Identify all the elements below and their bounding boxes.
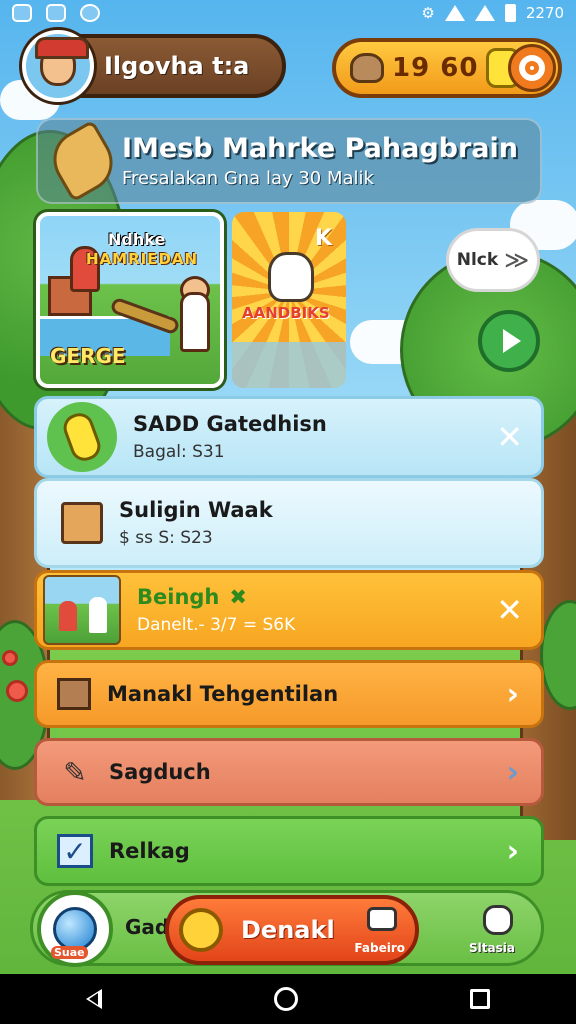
secondary-level-card[interactable]: K AANDBIKS bbox=[232, 212, 346, 388]
list-item-subtitle: Danelt.- 3/7 = S6K bbox=[137, 615, 296, 635]
list-item[interactable]: SADD Gatedhisn Bagal: S31 ✕ bbox=[34, 396, 544, 478]
sync-icon bbox=[80, 4, 100, 22]
bottom-left-label: Gad bbox=[125, 915, 170, 939]
leaf-icon bbox=[42, 119, 124, 203]
card-subtitle: HAMRIEDAN bbox=[86, 250, 199, 268]
close-icon[interactable]: ✕ bbox=[496, 591, 523, 629]
list-item[interactable]: Beingh ✖ Danelt.- 3/7 = S6K ✕ bbox=[34, 570, 544, 650]
profile-pill[interactable]: Ilgovha t:a bbox=[22, 30, 286, 102]
list-item-subtitle: Bagal: S31 bbox=[133, 442, 225, 462]
list-item[interactable]: ✎ Sagduch › bbox=[34, 738, 544, 806]
settings-button[interactable] bbox=[508, 44, 556, 92]
list-item-title: Suligin Waak bbox=[119, 498, 273, 522]
chevron-right-icon[interactable]: › bbox=[507, 677, 519, 712]
signal-icon bbox=[474, 5, 495, 21]
character-illustration bbox=[180, 292, 210, 352]
list-item-title: Relkag bbox=[109, 839, 190, 863]
clock: 2270 bbox=[525, 4, 564, 22]
close-icon[interactable]: ✕ bbox=[496, 418, 523, 456]
card-ground bbox=[232, 342, 346, 388]
list-item-title: Beingh ✖ bbox=[137, 585, 295, 609]
battery-icon bbox=[504, 4, 516, 22]
camera-label: Fabeiro bbox=[354, 941, 405, 955]
card-tag: GERGE bbox=[50, 344, 126, 368]
globe-icon bbox=[53, 907, 97, 951]
quest-banner[interactable]: IMesb Mahrke Pahagbrain Fresalakan Gna l… bbox=[36, 118, 542, 204]
flower bbox=[6, 680, 28, 702]
scene-thumbnail-icon bbox=[43, 575, 121, 645]
play-icon bbox=[502, 329, 521, 353]
flower bbox=[2, 650, 18, 666]
checkbox-icon: ✓ bbox=[57, 834, 93, 868]
coin-sack-icon bbox=[350, 53, 384, 83]
main-action-label: Denakl bbox=[241, 916, 335, 944]
task-list: SADD Gatedhisn Bagal: S31 ✕ Suligin Waak… bbox=[34, 396, 544, 888]
currency-value: 19 60 bbox=[392, 53, 479, 83]
character-avatar-icon[interactable] bbox=[22, 30, 94, 102]
chevron-right-icon[interactable]: › bbox=[507, 755, 519, 790]
card-label: AANDBIKS bbox=[242, 304, 330, 322]
list-item-title: Manakl Tehgentilan bbox=[107, 682, 339, 706]
camera-icon[interactable] bbox=[367, 907, 397, 931]
list-item-title: Sagduch bbox=[109, 760, 211, 784]
coin-icon bbox=[179, 908, 223, 952]
list-item[interactable]: Suligin Waak $ ss S: S23 bbox=[34, 478, 544, 568]
list-item[interactable]: Manakl Tehgentilan › bbox=[34, 660, 544, 728]
wifi-icon bbox=[444, 5, 465, 21]
currency-pill[interactable]: 19 60 bbox=[332, 38, 562, 98]
home-icon[interactable] bbox=[274, 987, 298, 1011]
list-item[interactable]: ✓ Relkag › bbox=[34, 816, 544, 886]
card-corner-label: K bbox=[314, 226, 332, 251]
pencil-icon: ✎ bbox=[63, 755, 87, 789]
list-item-title: SADD Gatedhisn bbox=[133, 412, 327, 436]
bottom-right-label: Sltasia bbox=[469, 941, 515, 955]
dog-character-icon bbox=[268, 252, 314, 302]
box-icon bbox=[57, 678, 91, 710]
featured-level-card[interactable]: Ndhke HAMRIEDAN GERGE bbox=[36, 212, 224, 388]
list-item-subtitle: $ ss S: S23 bbox=[119, 528, 213, 548]
next-label: Nlck bbox=[456, 250, 499, 270]
player-name: Ilgovha t:a bbox=[104, 52, 250, 80]
popsicle-icon bbox=[47, 402, 117, 472]
play-button[interactable] bbox=[478, 310, 540, 372]
globe-badge: Suae bbox=[51, 946, 88, 959]
cross-mark-icon: ✖ bbox=[229, 585, 247, 609]
list-item-title-text: Beingh bbox=[137, 585, 220, 609]
main-action-button[interactable]: Denakl Fabeiro bbox=[165, 895, 419, 965]
back-icon[interactable] bbox=[86, 989, 102, 1009]
bottom-bar: Suae Gad Denakl Fabeiro Sltasia bbox=[30, 890, 544, 967]
card-title: Ndhke bbox=[108, 230, 166, 249]
notification-icon bbox=[46, 4, 66, 22]
chevron-right-icon[interactable]: › bbox=[507, 834, 519, 869]
navigation-bar bbox=[0, 974, 576, 1024]
gear-icon bbox=[519, 55, 545, 81]
app-icon bbox=[12, 4, 32, 22]
quest-title: IMesb Mahrke Pahagbrain bbox=[122, 133, 518, 164]
double-chevron-icon: ≫ bbox=[504, 246, 530, 274]
globe-button[interactable]: Suae bbox=[37, 891, 113, 967]
settings-icon: ⚙ bbox=[421, 4, 435, 22]
recent-apps-icon[interactable] bbox=[470, 989, 490, 1009]
quest-subtitle: Fresalakan Gna lay 30 Malik bbox=[122, 168, 374, 189]
badge-icon[interactable] bbox=[483, 905, 513, 935]
status-bar: ⚙ 2270 bbox=[0, 0, 576, 26]
notebook-icon bbox=[61, 502, 103, 544]
next-button[interactable]: Nlck ≫ bbox=[446, 228, 540, 292]
